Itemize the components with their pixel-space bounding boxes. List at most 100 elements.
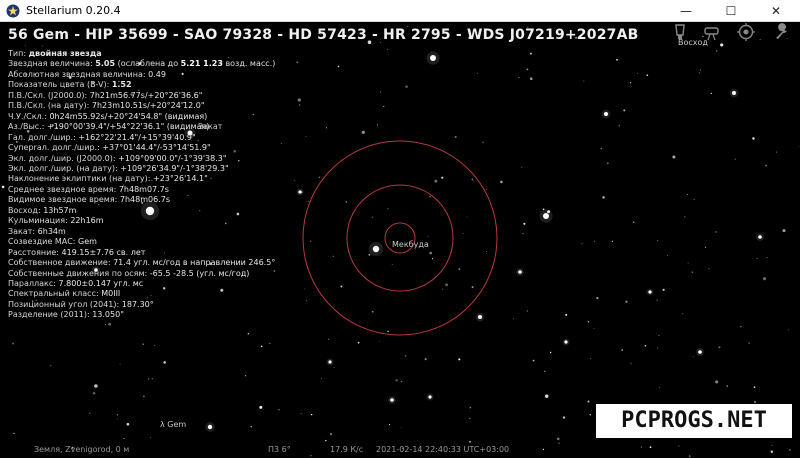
- settings-icon[interactable]: [772, 22, 792, 42]
- info-value: +23°26'14.1": [153, 174, 208, 184]
- info-value: 6h34m: [37, 226, 66, 236]
- close-button[interactable]: ✕: [754, 0, 798, 22]
- maximize-button[interactable]: ☐: [709, 0, 753, 22]
- info-line: Кульминация: 22h16m: [8, 216, 328, 226]
- info-value: +109°26'34.9"/-1°38'29.3": [120, 163, 229, 173]
- top-right-toolbar: [660, 22, 800, 50]
- stellarium-app-icon: [6, 4, 20, 18]
- info-value: 7h48m06.7s: [119, 195, 171, 205]
- info-label: Показатель цвета (B-V):: [8, 80, 112, 90]
- info-line: Экл. долг./шир. (J2000.0): +109°09'00.0"…: [8, 154, 328, 164]
- info-value: M0III: [101, 289, 121, 299]
- info-line: Наклонение эклиптики (на дату): +23°26'1…: [8, 174, 328, 184]
- info-value: 22h16m: [70, 216, 104, 226]
- close-icon: ✕: [770, 4, 782, 18]
- info-suffix: возд. масс.): [222, 59, 276, 69]
- info-label: Тип:: [8, 49, 29, 58]
- info-value: 419.15±7.76 св. лет: [61, 247, 146, 257]
- info-label: Ч.У./Скл.:: [8, 111, 50, 121]
- info-value: 7.800±0.147 угл. мс: [58, 278, 144, 288]
- info-value-secondary: 5.21 1.23: [180, 59, 223, 69]
- watermark-logo: PCPROGS.NET: [596, 404, 792, 438]
- info-label: П.В./Скл. (на дату):: [8, 101, 92, 111]
- info-line: Показатель цвета (B-V): 1.52: [8, 80, 328, 90]
- info-label: Собственные движения по осям:: [8, 268, 150, 278]
- info-line: Позиционный угол (2041): 187.30°: [8, 300, 328, 310]
- info-label: Созвездие МАС:: [8, 237, 79, 247]
- info-line: Видимое звездное время: 7h48m06.7s: [8, 195, 328, 205]
- info-label: Видимое звездное время:: [8, 195, 120, 205]
- info-line: Среднее звездное время: 7h48m07.7s: [8, 185, 328, 195]
- minimize-button[interactable]: —: [664, 0, 708, 22]
- info-value: Gem: [78, 237, 97, 247]
- fov-status: П3 6°: [268, 445, 291, 454]
- star-label-mekbuda[interactable]: Мекбуда: [392, 240, 429, 249]
- info-label: Наклонение эклиптики (на дату):: [8, 174, 153, 184]
- info-line: П.В./Скл. (на дату): 7h23m10.51s/+20°24'…: [8, 101, 328, 111]
- info-line: Параллакс: 7.800±0.147 угл. мс: [8, 279, 328, 289]
- sky-view[interactable]: 56 Gem - HIP 35699 - SAO 79328 - HD 5742…: [0, 22, 800, 458]
- info-line: Разделение (2011): 13.050": [8, 310, 328, 320]
- info-label: Восход:: [8, 205, 44, 215]
- info-line: Абсолютная звездная величина: 0.49: [8, 70, 328, 80]
- info-label: Абсолютная звездная величина:: [8, 69, 149, 79]
- info-line: Созвездие МАС: Gem: [8, 237, 328, 247]
- fps-status: 17.9 К/с: [330, 445, 364, 454]
- info-value: 71.4 угл. мс/год в направлении 246.5°: [113, 258, 276, 268]
- info-line: Тип: двойная звезда: [8, 49, 328, 59]
- window-title: Stellarium 0.20.4: [26, 4, 121, 17]
- maximize-icon: ☐: [725, 4, 737, 18]
- telescope-icon[interactable]: [702, 22, 722, 42]
- selected-object-title: 56 Gem - HIP 35699 - SAO 79328 - HD 5742…: [8, 27, 639, 43]
- info-line: Аз./Выс.: +190°00'39.4"/+54°22'36.1" (ви…: [8, 122, 328, 132]
- info-value: 187.30°: [121, 299, 154, 309]
- info-value: -65.5 -28.5 (угл. мс/год): [149, 268, 250, 278]
- info-label: Аз./Выс.:: [8, 122, 47, 132]
- middle-fov-circle: [346, 184, 454, 292]
- status-bar: Земля, Zvenigorod, 0 м П3 6° 17.9 К/с 20…: [0, 442, 800, 458]
- info-value: 13h57m: [43, 205, 77, 215]
- star-label-lambda-gem[interactable]: λ Gem: [160, 420, 186, 429]
- info-label: Разделение (2011):: [8, 310, 93, 320]
- info-value: 7h21m56.77s/+20°26'36.6": [89, 90, 203, 100]
- minimize-icon: —: [680, 4, 692, 18]
- info-line: Суперrал. долг./шир.: +37°01'44.4"/-53°1…: [8, 143, 328, 153]
- info-line: Звездная величина: 5.05 (ослаблена до 5.…: [8, 59, 328, 69]
- info-label: Позиционный угол (2041):: [8, 299, 122, 309]
- scope-icon[interactable]: [670, 22, 690, 42]
- info-line: Экл. долг./шир. (на дату): +109°26'34.9"…: [8, 164, 328, 174]
- location-status[interactable]: Земля, Zvenigorod, 0 м: [34, 445, 129, 454]
- info-line: Восход: 13h57m: [8, 206, 328, 216]
- info-line: Ч.У./Скл.: 0h24m55.92s/+20°24'54.8" (вид…: [8, 112, 328, 122]
- info-value: двойная звезда: [28, 49, 102, 58]
- stellarium-window: Stellarium 0.20.4 — ☐ ✕ 56 Gem - HIP 356…: [0, 0, 800, 458]
- info-value: 7h23m10.51s/+20°24'12.0": [91, 101, 205, 111]
- datetime-status[interactable]: 2021-02-14 22:40:33 UTC+03:00: [376, 445, 509, 454]
- info-value: 0h24m55.92s/+20°24'54.8" (видимая): [49, 111, 208, 121]
- info-label: Расстояние:: [8, 247, 62, 257]
- info-value: 5.05: [95, 59, 116, 69]
- cardinal-label-zakat: Закат: [198, 122, 223, 131]
- info-line: П.В./Скл. (J2000.0): 7h21m56.77s/+20°26'…: [8, 91, 328, 101]
- info-line: Собственные движения по осям: -65.5 -28.…: [8, 269, 328, 279]
- info-label: Закат:: [8, 226, 38, 236]
- info-value: 1.52: [111, 80, 132, 90]
- object-info-panel: Тип: двойная звезда Звездная величина: 5.…: [8, 49, 328, 321]
- info-line: Закат: 6h34m: [8, 227, 328, 237]
- info-label: Собственное движение:: [8, 258, 114, 268]
- info-value: +109°09'00.0"/-1°39'38.3": [118, 153, 227, 163]
- info-line: Собственное движение: 71.4 угл. мс/год в…: [8, 258, 328, 268]
- info-label: Параллакс:: [8, 278, 59, 288]
- info-label: Спектральный класс:: [8, 289, 102, 299]
- ocular-icon[interactable]: [736, 22, 756, 42]
- info-label: Кульминация:: [8, 216, 71, 226]
- info-value: +162°22'21.4"/+15°39'40.9": [78, 132, 196, 142]
- info-line: Спектральный класс: M0III: [8, 289, 328, 299]
- info-label: Среднее звездное время:: [8, 184, 119, 194]
- info-value: +37°01'44.4"/-53°14'51.9": [102, 143, 211, 153]
- info-label: Гал. долг./шир.:: [8, 132, 79, 142]
- title-bar: Stellarium 0.20.4 — ☐ ✕: [0, 0, 800, 22]
- info-label: Экл. долг./шир. (на дату):: [8, 163, 121, 173]
- info-value: 7h48m07.7s: [118, 184, 169, 194]
- info-line: Расстояние: 419.15±7.76 св. лет: [8, 248, 328, 258]
